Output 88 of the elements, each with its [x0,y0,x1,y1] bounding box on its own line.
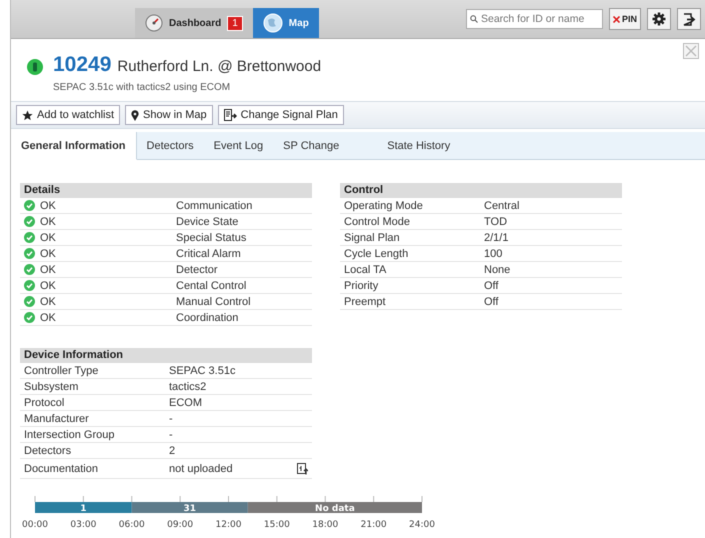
field-value: not uploaded [169,462,234,474]
tab[interactable]: Event Log [204,132,274,160]
field-label: Signal Plan [344,232,401,244]
field-label: Documentation [24,462,99,474]
logout-button[interactable] [677,8,701,30]
field-label: Operating Mode [344,200,424,212]
axis-tick-label: 09:00 [167,520,194,530]
field-value: Central [484,200,520,212]
axis-tick-label: 24:00 [409,520,435,530]
action-button[interactable]: Change Signal Plan [218,105,344,125]
segment-label: 1 [80,504,86,514]
status-text: OK [40,232,56,244]
field-value: TOD [484,216,508,228]
field-label: Subsystem [24,380,80,392]
map-pin-icon [131,110,140,120]
field-value: 2 [169,444,176,456]
status-label: Device State [176,216,240,228]
gauge-icon [145,14,163,32]
axis-tick-label: 18:00 [312,520,338,530]
document-arrow-icon [224,109,237,121]
field-value: 2/1/1 [484,232,510,244]
status-text: OK [40,200,56,212]
notification-badge: 1 [227,16,243,30]
pin-button[interactable]: PIN [608,8,641,30]
field-value: None [484,264,512,276]
device-subtitle: SEPAC 3.51c with tactics2 using ECOM [53,82,232,93]
axis-tick-label: 21:00 [360,520,387,530]
star-icon [22,110,33,120]
logout-icon [682,12,696,26]
status-label: Coordination [176,312,240,324]
status-text: OK [40,216,56,228]
field-label: Preempt [344,296,387,308]
field-label: Local TA [344,264,388,276]
status-text: OK [40,264,56,276]
field-label: Priority [344,280,380,292]
section-header: Device Information [20,348,312,363]
action-button[interactable]: Add to watchlist [16,105,120,125]
status-text: OK [40,248,56,260]
status-label: Critical Alarm [176,248,242,260]
status-label: Communication [176,200,254,212]
close-icon [683,43,699,59]
field-value: Off [484,280,500,292]
section-header: Details [20,183,312,198]
axis-tick-label: 12:00 [216,520,242,530]
axis-tick-label: 03:00 [70,520,96,530]
status-text: OK [40,312,56,324]
field-label: Cycle Length [344,248,410,260]
device-name: Rutherford Ln. @ Brettonwood [117,58,322,75]
globe-icon [262,13,283,33]
segment-label: No data [315,504,355,514]
action-button[interactable]: Show in Map [125,105,213,125]
field-label: Intersection Group [24,428,116,440]
axis-tick-label: 00:00 [22,520,48,530]
field-value: tactics2 [169,380,208,392]
field-value: 100 [484,248,504,260]
status-text: OK [40,296,56,308]
section-header: Control [340,183,622,198]
axis-tick-label: 06:00 [118,520,145,530]
field-value: SEPAC 3.51c [169,364,236,376]
field-label: Control Mode [344,216,412,228]
tab[interactable]: Detectors [136,132,204,160]
tab[interactable]: SP Change [273,132,350,160]
tab[interactable]: State History [377,132,460,160]
nav-tab[interactable]: Dashboard 1 [135,8,253,38]
traffic-light-icon [27,59,43,75]
status-label: Detector [176,264,219,276]
device-id: 10249 [53,53,112,77]
settings-button[interactable] [647,8,671,30]
field-value: Off [484,296,500,308]
axis-tick-label: 15:00 [264,520,290,530]
nav-tab[interactable]: Map [252,8,319,38]
status-label: Manual Control [176,296,252,308]
segment-label: 31 [184,504,196,514]
search-field[interactable]: Search for ID or name [466,9,603,29]
field-label: Controller Type [24,364,100,376]
settings-icon [652,12,666,26]
field-value: ECOM [169,396,203,408]
field-value: - [169,412,174,424]
status-label: Cental Control [176,280,248,292]
status-text: OK [40,280,56,292]
cross-icon [612,16,620,22]
status-label: Special Status [176,232,248,244]
field-label: Protocol [24,396,66,408]
tab[interactable]: General Information [11,132,137,160]
field-label: Detectors [24,444,72,456]
field-value: - [169,428,174,440]
field-label: Manufacturer [24,412,90,424]
document-upload-icon[interactable] [297,462,308,474]
